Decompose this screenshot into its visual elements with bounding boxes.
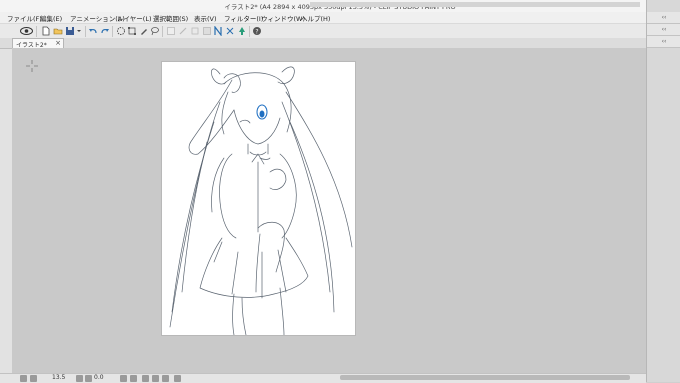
rotate-right-icon[interactable] xyxy=(85,375,92,382)
reset-view-icon[interactable] xyxy=(142,375,149,382)
invert-icon[interactable] xyxy=(202,26,212,36)
eye-icon[interactable] xyxy=(20,26,33,36)
toolbar-divider xyxy=(112,26,113,37)
horizontal-scroll-thumb[interactable] xyxy=(340,375,630,380)
zoom-value[interactable]: 13.5 xyxy=(52,374,65,381)
help-icon[interactable]: ? xyxy=(252,26,262,36)
save-dropdown-icon[interactable] xyxy=(76,26,82,36)
zoom-out-icon[interactable] xyxy=(20,375,27,382)
fill-icon[interactable] xyxy=(178,26,188,36)
loading-icon[interactable] xyxy=(116,26,126,36)
zoom-in-icon[interactable] xyxy=(30,375,37,382)
document-tab[interactable]: イラスト2* × xyxy=(12,38,64,49)
transform-icon[interactable] xyxy=(127,26,137,36)
fit-window-icon[interactable] xyxy=(162,375,169,382)
menu-view[interactable]: 表示(V) xyxy=(194,13,217,23)
open-folder-icon[interactable] xyxy=(53,26,63,36)
snap-ruler-icon[interactable] xyxy=(213,26,223,36)
toolbar-divider xyxy=(162,26,163,37)
clear-icon[interactable] xyxy=(166,26,176,36)
pen-icon[interactable] xyxy=(139,26,149,36)
menu-edit[interactable]: 編集(E) xyxy=(40,13,62,23)
canvas-paper[interactable] xyxy=(162,62,355,336)
lasso-icon[interactable] xyxy=(150,26,160,36)
new-file-icon[interactable] xyxy=(41,26,51,36)
line-art-illustration xyxy=(169,66,353,336)
menu-bar: ファイル(F) 編集(E) アニメーション(A) レイヤー(L) 選択範囲(S)… xyxy=(0,12,646,23)
print-size-icon[interactable] xyxy=(174,375,181,382)
rotate-left-icon[interactable] xyxy=(76,375,83,382)
right-dock: ‹‹ ‹‹ ‹‹ xyxy=(646,0,680,382)
snap-grid-icon[interactable] xyxy=(225,26,235,36)
flip-horizontal-icon[interactable] xyxy=(120,375,127,382)
undo-icon[interactable] xyxy=(88,26,98,36)
horizontal-scrollbar[interactable] xyxy=(310,2,640,7)
menu-file[interactable]: ファイル(F) xyxy=(7,13,42,23)
menu-window[interactable]: ウィンドウ(W) xyxy=(261,13,305,23)
save-icon[interactable] xyxy=(65,26,75,36)
svg-text:?: ? xyxy=(255,28,258,35)
actual-size-icon[interactable] xyxy=(152,375,159,382)
toolbar-divider xyxy=(249,26,250,37)
fit-page-icon[interactable] xyxy=(130,375,137,382)
menu-layer[interactable]: レイヤー(L) xyxy=(117,13,152,23)
dock-collapse-button[interactable]: ‹‹ xyxy=(647,12,680,24)
crop-icon[interactable] xyxy=(190,26,200,36)
toolbar-divider xyxy=(85,26,86,37)
crosshair-cursor-icon xyxy=(26,60,38,72)
rotation-value[interactable]: 0.0 xyxy=(94,374,104,381)
menu-filter[interactable]: フィルター(I) xyxy=(224,13,263,23)
snap-guide-icon[interactable] xyxy=(237,26,247,36)
dock-collapse-button[interactable]: ‹‹ xyxy=(647,36,680,48)
menu-selection[interactable]: 選択範囲(S) xyxy=(153,13,188,23)
dock-collapse-button[interactable]: ‹‹ xyxy=(647,24,680,36)
tab-close-button[interactable]: × xyxy=(55,39,61,47)
redo-icon[interactable] xyxy=(100,26,110,36)
menu-help[interactable]: ヘルプ(H) xyxy=(301,13,330,23)
toolbar-divider xyxy=(36,26,37,37)
